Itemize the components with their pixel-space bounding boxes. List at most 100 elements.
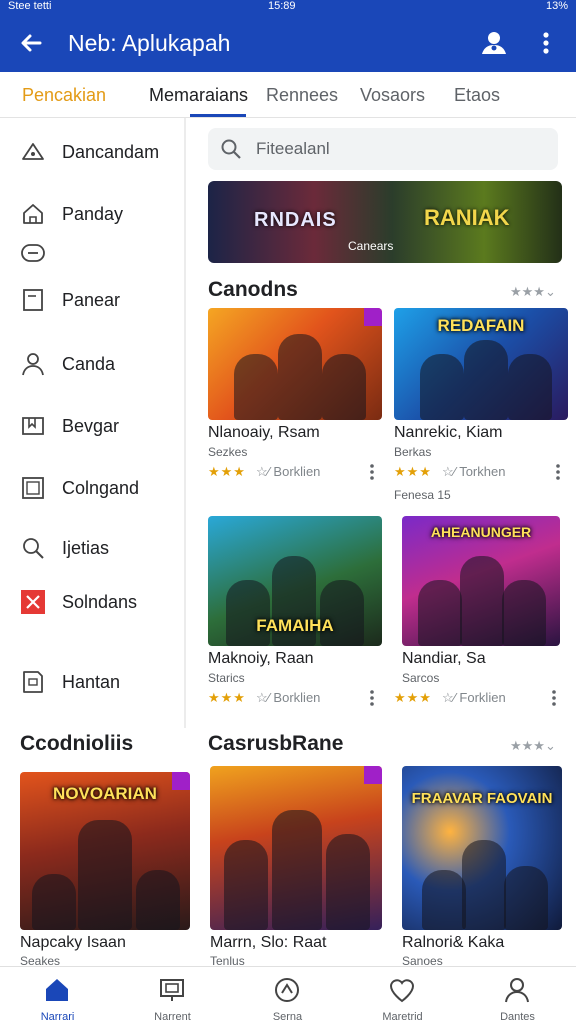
character-figure: [78, 820, 132, 930]
pill-icon[interactable]: [20, 242, 46, 264]
main-content: RNDAIS RANIAK Canears Canodns ★★★⌄ Nlano…: [186, 118, 576, 728]
sidebar-item-label: Colngand: [62, 478, 140, 498]
screen-icon: [160, 979, 184, 1001]
status-bar: Stee tetti 15:89 13%: [0, 0, 576, 14]
character-figure: [508, 354, 552, 420]
app-card[interactable]: Marrn, Slo: Raat Tenlus: [210, 766, 382, 968]
sidebar-item-label: Panear: [62, 290, 121, 310]
nav-item-compass[interactable]: Serna: [230, 967, 345, 1024]
app-thumbnail: [210, 766, 382, 930]
more-vert-icon[interactable]: [368, 462, 376, 482]
app-subtitle: Sarcos: [402, 671, 440, 685]
nav-item-profile[interactable]: Dantes: [460, 967, 575, 1024]
arrow-back-icon[interactable]: [16, 28, 46, 58]
more-vert-icon[interactable]: [368, 688, 376, 708]
character-figure: [234, 354, 278, 420]
character-figure: [326, 834, 370, 930]
tab-pencakian[interactable]: Pencakian: [22, 84, 106, 106]
star-rating: ★★★: [394, 464, 432, 479]
app-card[interactable]: FRAAVAR FAOVAIN Ralnori& Kaka Sanoes: [402, 766, 562, 968]
sidebar-item-panday[interactable]: Panday: [20, 200, 180, 228]
more-vert-icon[interactable]: [534, 28, 558, 58]
account-group-icon[interactable]: [478, 28, 510, 58]
star-rating: ★★★: [394, 690, 432, 705]
app-bar: Neb: Aplukapah: [0, 14, 576, 72]
nav-item-favorites[interactable]: Maretrid: [345, 967, 460, 1024]
sidebar-item-solndans[interactable]: Solndans: [20, 588, 180, 616]
app-card[interactable]: FAMAIHA Maknoiy, Raan Starics ★★★ ☆⁄ Bor…: [208, 516, 382, 716]
app-rating-label: ☆⁄ Borklien: [256, 690, 321, 705]
status-time: 15:89: [268, 0, 296, 12]
close-box-icon: [21, 590, 45, 614]
tab-rennees[interactable]: Rennees: [266, 84, 338, 106]
character-figure: [226, 580, 270, 646]
app-art-title: AHEANUNGER: [430, 524, 532, 540]
sidebar-item-label: Canda: [62, 354, 116, 374]
app-thumbnail: AHEANUNGER: [402, 516, 560, 646]
app-card[interactable]: REDAFAIN Nanrekic, Kiam Berkas ★★★ ☆⁄ To…: [394, 308, 568, 502]
nav-label: Serna: [272, 1011, 303, 1023]
nav-item-home[interactable]: Narrari: [0, 967, 115, 1024]
more-vert-icon[interactable]: [550, 688, 558, 708]
app-subtitle: Starics: [208, 671, 245, 685]
app-art-title: FRAAVAR FAOVAIN: [411, 790, 553, 807]
character-figure: [272, 810, 322, 930]
nav-item-screen[interactable]: Narrent: [115, 967, 230, 1024]
app-thumbnail: [208, 308, 382, 420]
character-figure: [462, 840, 506, 930]
sidebar-item-label: Solndans: [62, 592, 138, 612]
sidebar-item-label: Hantan: [62, 672, 121, 692]
app-card[interactable]: NOVOARIAN Napcaky Isaan Seakes: [20, 772, 190, 968]
search-icon: [221, 139, 241, 159]
app-title: Nlanoaiy, Rsam: [208, 424, 320, 441]
section-rating[interactable]: ★★★⌄: [510, 738, 556, 754]
app-thumbnail: FRAAVAR FAOVAIN: [402, 766, 562, 930]
sidebar-item-dancandam[interactable]: Dancandam: [20, 138, 180, 166]
search-bar[interactable]: [208, 128, 558, 170]
sidebar-item-hantan[interactable]: Hantan: [20, 668, 180, 696]
sidebar-item-label: Bevgar: [62, 416, 120, 436]
app-title: Nandiar, Sa: [402, 650, 486, 667]
heart-icon: [389, 979, 415, 1003]
character-figure: [278, 334, 322, 420]
app-rating-label: ☆⁄ Borklien: [256, 464, 321, 479]
sidebar-item-bevgar[interactable]: Bevgar: [20, 412, 180, 440]
app-thumbnail: REDAFAIN: [394, 308, 568, 420]
status-carrier: Stee tetti: [8, 0, 52, 12]
badge-icon: [172, 772, 190, 790]
tab-memaraians[interactable]: Memaraians: [149, 84, 248, 106]
home-icon: [46, 979, 68, 1001]
character-figure: [418, 580, 462, 646]
app-card[interactable]: AHEANUNGER Nandiar, Sa Sarcos ★★★ ☆⁄ For…: [394, 516, 560, 716]
tab-vosaors[interactable]: Vosaors: [360, 84, 425, 106]
app-title: Maknoiy, Raan: [208, 650, 314, 667]
app-title: Napcaky Isaan: [20, 934, 126, 951]
tab-etaos[interactable]: Etaos: [454, 84, 500, 106]
status-battery: 13%: [545, 0, 568, 12]
character-figure: [136, 870, 180, 930]
sidebar-item-canda[interactable]: Canda: [20, 350, 180, 378]
sidebar-item-colngand[interactable]: Colngand: [20, 474, 180, 502]
search-input[interactable]: [256, 128, 546, 170]
section-title: Canodns: [208, 278, 298, 301]
document-icon: [23, 289, 43, 311]
app-rating-label: ☆⁄ Torkhen: [442, 464, 506, 479]
featured-banner[interactable]: RNDAIS RANIAK Canears: [208, 181, 562, 263]
app-extra: Fenesa 15: [394, 488, 451, 502]
app-title: Neb: Aplukapah: [68, 30, 231, 56]
character-figure: [320, 580, 364, 646]
more-vert-icon[interactable]: [554, 462, 562, 482]
home-outline-icon: [22, 143, 44, 160]
active-tab-indicator: [190, 114, 246, 117]
note-icon: [23, 671, 43, 693]
nav-label: Narrent: [154, 1011, 191, 1023]
sidebar-item-ijetias[interactable]: Ijetias: [20, 534, 180, 562]
character-figure: [422, 870, 466, 930]
nav-label: Dantes: [500, 1011, 535, 1023]
app-card[interactable]: Nlanoaiy, Rsam Sezkes ★★★ ☆⁄ Borklien: [208, 308, 382, 498]
character-figure: [504, 866, 548, 930]
sidebar-item-panear[interactable]: Panear: [20, 286, 180, 314]
section-rating[interactable]: ★★★⌄: [510, 284, 556, 300]
book-icon: [22, 417, 44, 435]
banner-caption: Canears: [348, 239, 394, 253]
